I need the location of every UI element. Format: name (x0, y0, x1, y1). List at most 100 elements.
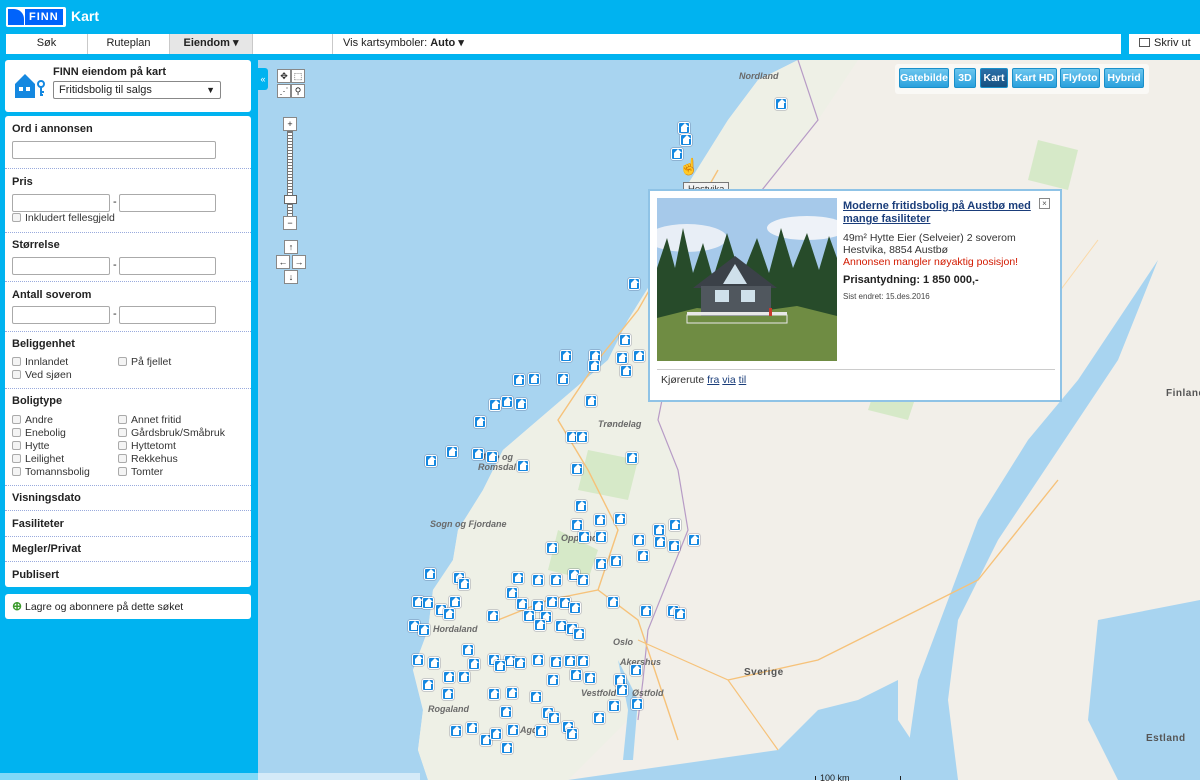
property-pin[interactable] (472, 448, 484, 460)
size-from-input[interactable] (12, 257, 110, 275)
type-checkbox-leilighet[interactable]: Leilighet (12, 453, 64, 465)
property-pin[interactable] (412, 654, 424, 666)
property-pin[interactable] (449, 596, 461, 608)
property-pin[interactable] (515, 398, 527, 410)
route-from-link[interactable]: fra (707, 374, 719, 386)
property-pin[interactable] (546, 542, 558, 554)
property-pin[interactable] (633, 350, 645, 362)
property-pin[interactable] (688, 534, 700, 546)
facilities-section[interactable]: Fasiliteter (12, 518, 64, 530)
pan-up-icon[interactable]: ↑ (284, 240, 298, 254)
type-checkbox-rekkehus[interactable]: Rekkehus (118, 453, 178, 465)
property-pin[interactable] (466, 722, 478, 734)
property-pin[interactable] (462, 644, 474, 656)
property-pin[interactable] (506, 687, 518, 699)
type-checkbox-gardsbruk[interactable]: Gårdsbruk/Småbruk (118, 427, 225, 439)
property-pin[interactable] (594, 514, 606, 526)
pan-down-icon[interactable]: ↓ (284, 270, 298, 284)
location-checkbox-innlandet[interactable]: Innlandet (12, 356, 68, 368)
property-pin[interactable] (528, 373, 540, 385)
property-pin[interactable] (443, 608, 455, 620)
property-pin[interactable] (507, 724, 519, 736)
property-pin[interactable] (614, 513, 626, 525)
price-from-input[interactable] (12, 194, 110, 212)
property-pin[interactable] (458, 578, 470, 590)
property-pin[interactable] (418, 624, 430, 636)
type-checkbox-tomter[interactable]: Tomter (118, 466, 163, 478)
collapse-sidebar-button[interactable]: « (258, 68, 268, 90)
property-pin[interactable] (488, 688, 500, 700)
property-pin[interactable] (443, 671, 455, 683)
property-pin[interactable] (530, 691, 542, 703)
pan-tool-icon[interactable]: ✥ (277, 69, 291, 83)
property-pin[interactable] (487, 610, 499, 622)
category-select[interactable]: Fritidsbolig til salgs ▼ (53, 81, 221, 99)
property-pin[interactable] (422, 679, 434, 691)
property-pin[interactable] (517, 460, 529, 472)
property-pin[interactable] (450, 725, 462, 737)
property-pin[interactable] (576, 431, 588, 443)
keywords-input[interactable] (12, 141, 216, 159)
property-pin[interactable] (424, 568, 436, 580)
property-pin[interactable] (631, 698, 643, 710)
map-symbols-select[interactable]: Vis kartsymboler: Auto ▾ (333, 34, 1121, 54)
property-pin[interactable] (680, 134, 692, 146)
property-pin[interactable] (668, 540, 680, 552)
type-checkbox-hyttetomt[interactable]: Hyttetomt (118, 440, 176, 452)
type-checkbox-annet-fritid[interactable]: Annet fritid (118, 414, 181, 426)
property-pin[interactable] (571, 463, 583, 475)
zoom-slider[interactable] (287, 131, 293, 219)
property-pin[interactable] (494, 660, 506, 672)
save-search-button[interactable]: ⊕ Lagre og abonnere på dette søket (5, 594, 251, 619)
property-pin[interactable] (593, 712, 605, 724)
maptype-gatebilde[interactable]: Gatebilde (899, 68, 949, 88)
zoom-in-button[interactable]: + (283, 117, 297, 131)
property-pin[interactable] (468, 658, 480, 670)
property-pin[interactable] (513, 374, 525, 386)
property-pin[interactable] (566, 728, 578, 740)
property-pin[interactable] (546, 596, 558, 608)
size-to-input[interactable] (119, 257, 216, 275)
tab-ruteplan[interactable]: Ruteplan (88, 34, 170, 54)
route-via-link[interactable]: via (722, 374, 735, 386)
print-button[interactable]: Skriv ut (1129, 34, 1200, 54)
property-pin[interactable] (422, 597, 434, 609)
property-pin[interactable] (532, 574, 544, 586)
property-pin[interactable] (637, 550, 649, 562)
shared-debt-checkbox[interactable]: Inkludert fellesgjeld (12, 212, 115, 224)
location-checkbox-sjoen[interactable]: Ved sjøen (12, 369, 72, 381)
map-canvas[interactable]: Nordland Trøndelag Møre og Romsdal Sogn … (258, 60, 1200, 780)
property-pin[interactable] (425, 455, 437, 467)
property-pin[interactable] (458, 671, 470, 683)
maptype-kart-hd[interactable]: Kart HD (1012, 68, 1057, 88)
property-pin[interactable] (569, 602, 581, 614)
property-pin[interactable] (654, 536, 666, 548)
property-pin[interactable] (608, 700, 620, 712)
listing-title-link[interactable]: Moderne fritidsbolig på Austbø med mange… (843, 200, 1043, 226)
property-pin[interactable] (775, 98, 787, 110)
finn-logo[interactable]: FINN (6, 7, 66, 27)
property-pin[interactable] (500, 706, 512, 718)
maptype-hybrid[interactable]: Hybrid (1104, 68, 1144, 88)
property-pin[interactable] (607, 596, 619, 608)
published-section[interactable]: Publisert (12, 569, 59, 581)
pan-left-icon[interactable]: ← (276, 255, 290, 269)
property-pin[interactable] (674, 608, 686, 620)
property-pin[interactable] (633, 534, 645, 546)
property-pin[interactable] (595, 531, 607, 543)
type-checkbox-enebolig[interactable]: Enebolig (12, 427, 66, 439)
property-pin[interactable] (619, 334, 631, 346)
bedrooms-from-input[interactable] (12, 306, 110, 324)
route-to-link[interactable]: til (739, 374, 747, 386)
location-checkbox-fjellet[interactable]: På fjellet (118, 356, 171, 368)
property-pin[interactable] (550, 574, 562, 586)
property-pin[interactable] (616, 684, 628, 696)
property-pin[interactable] (653, 524, 665, 536)
property-pin[interactable] (588, 360, 600, 372)
maptype-3d[interactable]: 3D (954, 68, 976, 88)
property-pin[interactable] (610, 555, 622, 567)
property-pin[interactable] (501, 396, 513, 408)
property-pin[interactable] (570, 669, 582, 681)
type-checkbox-andre[interactable]: Andre (12, 414, 53, 426)
property-pin[interactable] (577, 574, 589, 586)
